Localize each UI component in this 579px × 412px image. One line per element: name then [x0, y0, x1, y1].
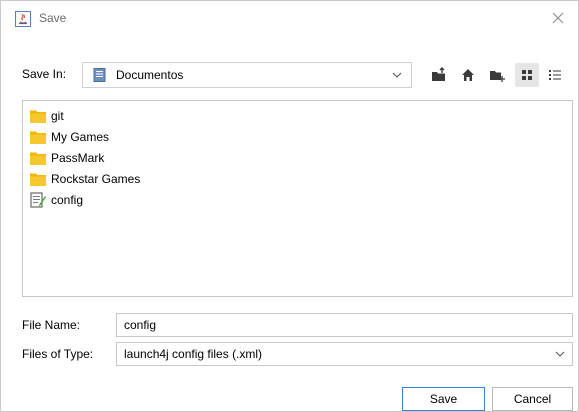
save-in-dropdown[interactable]: Documentos [82, 62, 412, 88]
file-name-text: My Games [51, 130, 110, 144]
new-folder-icon [490, 71, 505, 82]
save-dialog: Save Save In: Documentos git My Games Pa… [0, 0, 579, 412]
close-icon[interactable] [544, 5, 572, 31]
folder-icon [30, 110, 46, 123]
file-name-text: git [51, 109, 64, 123]
list-item[interactable]: config [30, 191, 83, 209]
list-item[interactable]: PassMark [30, 149, 104, 167]
list-item[interactable]: Rockstar Games [30, 170, 140, 188]
list-view-button[interactable] [515, 63, 539, 87]
folder-icon [30, 173, 46, 186]
java-icon [15, 11, 31, 27]
list-view-icon [522, 70, 532, 80]
details-view-icon [549, 70, 561, 80]
cancel-button[interactable]: Cancel [492, 387, 573, 411]
file-type-label: Files of Type: [22, 347, 94, 361]
folder-icon [30, 131, 46, 144]
file-name-text: PassMark [51, 151, 105, 165]
details-view-button[interactable] [543, 63, 567, 87]
file-list[interactable]: git My Games PassMark Rockstar Games con… [22, 100, 573, 297]
home-icon [462, 69, 474, 81]
documents-folder-icon [93, 68, 106, 82]
save-button[interactable]: Save [402, 387, 485, 411]
file-name-input[interactable] [116, 313, 573, 337]
up-one-level-button[interactable] [427, 63, 451, 87]
list-item[interactable]: My Games [30, 128, 109, 146]
text-file-icon [30, 192, 46, 208]
list-item[interactable]: git [30, 107, 64, 125]
file-type-dropdown[interactable]: launch4j config files (.xml) [116, 342, 573, 366]
save-in-label: Save In: [22, 67, 67, 81]
new-folder-button[interactable] [485, 63, 509, 87]
file-name-text: config [51, 193, 84, 207]
save-in-value: Documentos [116, 68, 184, 82]
title-bar: Save [1, 1, 578, 35]
home-button[interactable] [456, 63, 480, 87]
window-title: Save [39, 11, 67, 25]
folder-icon [30, 152, 46, 165]
file-type-value: launch4j config files (.xml) [124, 347, 263, 361]
chevron-down-icon [392, 72, 402, 78]
up-folder-icon [432, 67, 445, 81]
file-name-label: File Name: [22, 318, 81, 332]
file-name-text: Rockstar Games [51, 172, 141, 186]
chevron-down-icon [555, 351, 565, 357]
